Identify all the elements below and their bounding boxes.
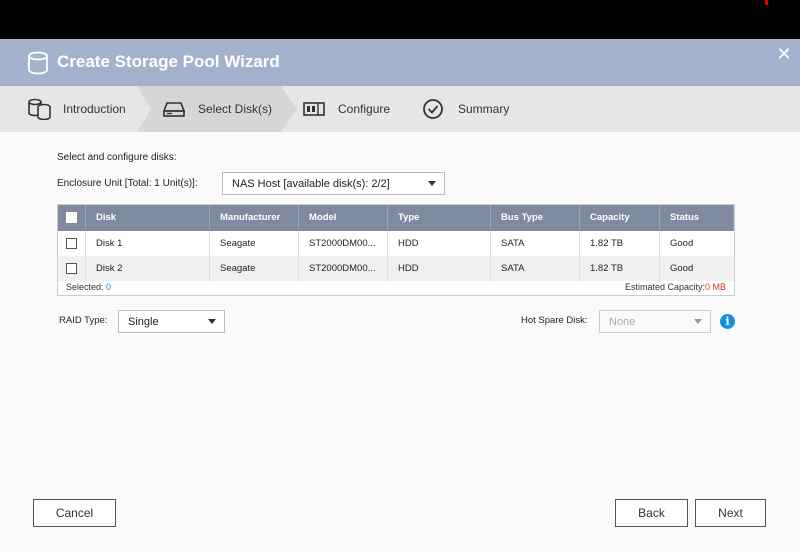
dialog-title: Create Storage Pool Wizard (57, 52, 280, 71)
chevron-down-icon (694, 319, 702, 324)
step-label: Summary (458, 102, 510, 116)
raid-type-select[interactable]: Single (118, 310, 225, 333)
disk-table: Disk Manufacturer Model Type Bus Type Ca… (57, 204, 735, 296)
column-header[interactable]: Capacity (580, 205, 660, 231)
check-circle-icon (423, 99, 443, 119)
cell-disk: Disk 1 (86, 231, 210, 256)
next-button[interactable]: Next (695, 499, 766, 527)
selected-label: Selected: (66, 282, 104, 292)
row-select-cell (58, 231, 86, 256)
cell-bus-type: SATA (491, 256, 580, 281)
step-label: Introduction (63, 102, 126, 116)
chevron-down-icon (428, 181, 436, 186)
cell-capacity: 1.82 TB (580, 231, 660, 256)
table-row[interactable]: Disk 1 Seagate ST2000DM00... HDD SATA 1.… (58, 231, 734, 256)
storage-icon (28, 51, 48, 75)
chevron-down-icon (208, 319, 216, 324)
row-select-cell (58, 256, 86, 281)
hot-spare-select[interactable]: None (599, 310, 711, 333)
column-header[interactable]: Type (388, 205, 491, 231)
step-select-disks: Select Disk(s) (162, 86, 272, 132)
red-indicator (765, 0, 768, 5)
selected-count: 0 (106, 282, 112, 292)
column-header[interactable]: Bus Type (491, 205, 580, 231)
table-footer: Selected: 0 Estimated Capacity:0 MB (58, 281, 734, 296)
back-button[interactable]: Back (615, 499, 688, 527)
cell-capacity: 1.82 TB (580, 256, 660, 281)
column-header[interactable]: Disk (86, 205, 210, 231)
raid-type-label: RAID Type: (59, 315, 108, 326)
step-summary: Summary (422, 86, 509, 132)
row-checkbox[interactable] (66, 263, 77, 274)
title-bar: Create Storage Pool Wizard ✕ (0, 39, 800, 86)
column-header[interactable]: Status (660, 205, 734, 231)
configure-icon (303, 102, 325, 116)
enclosure-label: Enclosure Unit [Total: 1 Unit(s)]: (57, 178, 198, 189)
wizard-steps: Introduction Select Disk(s) Configure Su… (0, 86, 800, 132)
estimated-label: Estimated Capacity: (624, 282, 705, 292)
content-area: Select and configure disks: Enclosure Un… (0, 132, 800, 551)
cell-type: HDD (388, 231, 491, 256)
estimated-capacity: Estimated Capacity:0 MB (625, 282, 726, 292)
cell-status: Good (670, 263, 694, 274)
cell-manufacturer: Seagate (210, 256, 299, 281)
step-introduction: Introduction (27, 86, 126, 132)
cell-model: ST2000DM00... (299, 231, 388, 256)
hot-spare-value: None (609, 315, 636, 328)
row-checkbox[interactable] (66, 238, 77, 249)
form-heading: Select and configure disks: (57, 152, 177, 163)
estimated-value: 0 MB (704, 282, 726, 292)
enclosure-value: NAS Host [available disk(s): 2/2] (232, 177, 390, 190)
hard-drive-icon (162, 102, 186, 117)
table-header: Disk Manufacturer Model Type Bus Type Ca… (58, 205, 734, 231)
column-header[interactable]: Manufacturer (210, 205, 299, 231)
cell-type: HDD (388, 256, 491, 281)
cell-model: ST2000DM00... (299, 256, 388, 281)
cell-status: Good (670, 238, 694, 249)
raid-type-value: Single (128, 315, 159, 328)
cancel-button[interactable]: Cancel (33, 499, 116, 527)
enclosure-select[interactable]: NAS Host [available disk(s): 2/2] (222, 172, 445, 195)
disks-icon (28, 98, 51, 120)
top-bar (0, 0, 800, 39)
hot-spare-label: Hot Spare Disk: (521, 315, 588, 326)
info-icon[interactable]: i (720, 314, 735, 329)
step-configure: Configure (302, 86, 390, 132)
select-all-checkbox[interactable] (66, 212, 77, 223)
step-label: Configure (338, 102, 391, 116)
cell-disk: Disk 2 (86, 256, 210, 281)
step-label: Select Disk(s) (198, 102, 273, 116)
cell-bus-type: SATA (491, 231, 580, 256)
table-row[interactable]: Disk 2 Seagate ST2000DM00... HDD SATA 1.… (58, 256, 734, 281)
close-icon[interactable]: ✕ (775, 45, 793, 63)
column-header[interactable]: Model (299, 205, 388, 231)
wizard-dialog: Create Storage Pool Wizard ✕ Introductio… (0, 39, 800, 551)
selected-summary: Selected: 0 (66, 282, 111, 292)
cell-manufacturer: Seagate (210, 231, 299, 256)
select-all-cell (58, 205, 86, 231)
